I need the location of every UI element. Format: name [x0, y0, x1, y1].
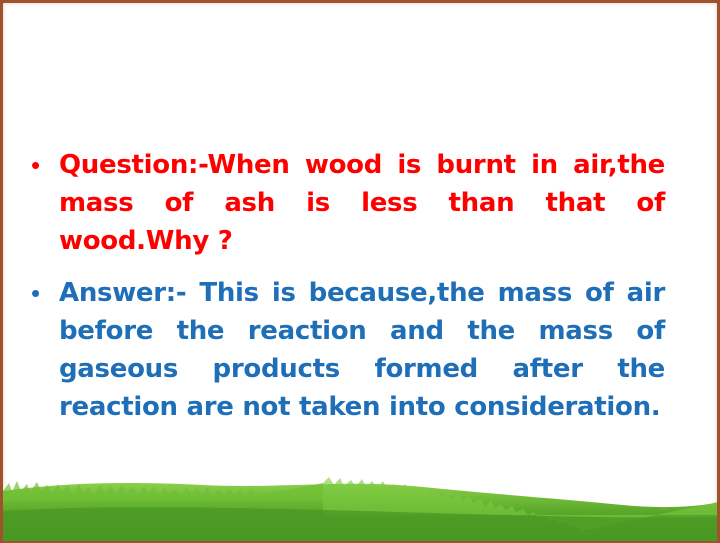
- slide: • Question:-When wood is burnt in air,th…: [0, 0, 720, 543]
- answer-text: Answer:- This is because,the mass of air…: [59, 278, 665, 422]
- question-bullet: • Question:-When wood is burnt in air,th…: [25, 146, 665, 260]
- bullet-dot-icon: •: [31, 278, 41, 308]
- answer-bullet: • Answer:- This is because,the mass of a…: [25, 274, 665, 426]
- bullet-list: • Question:-When wood is burnt in air,th…: [25, 146, 665, 440]
- bullet-dot-icon: •: [31, 150, 41, 180]
- grass-decoration: [3, 477, 717, 541]
- question-text: Question:-When wood is burnt in air,the …: [59, 150, 665, 256]
